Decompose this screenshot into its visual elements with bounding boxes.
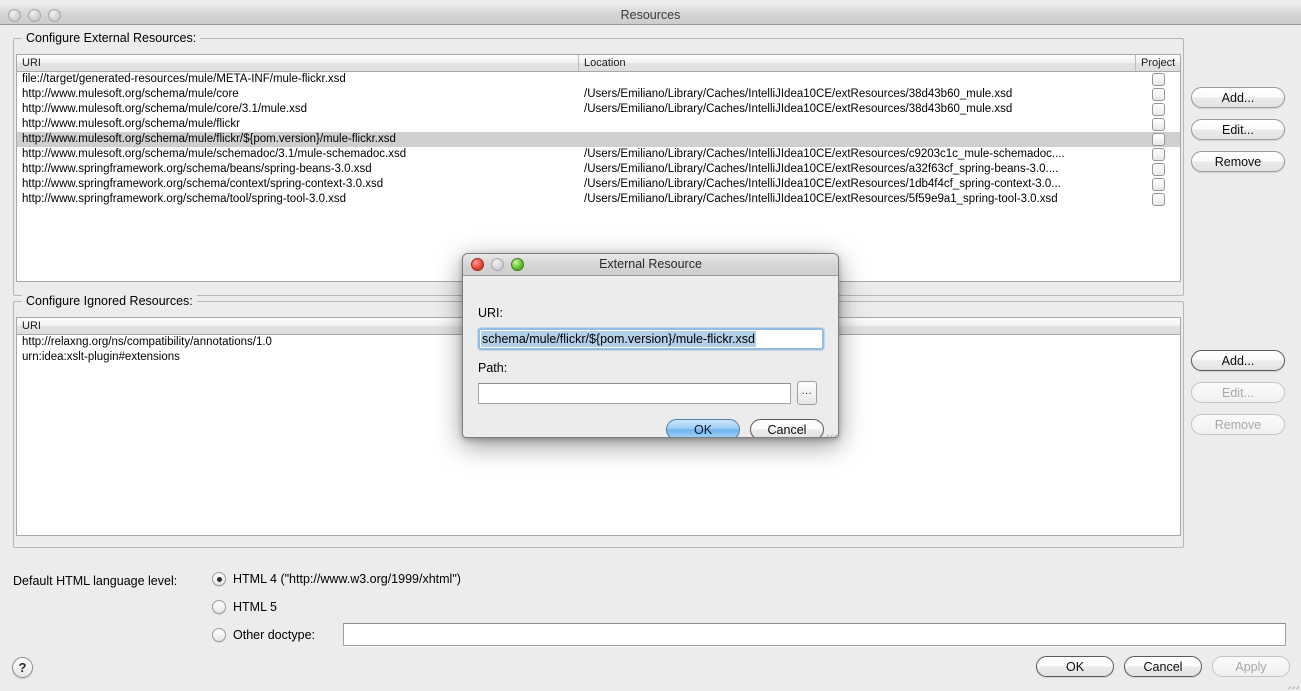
cell-uri: file://target/generated-resources/mule/M… bbox=[22, 73, 346, 85]
cell-project[interactable] bbox=[1136, 73, 1180, 86]
doctype-option-html4-label: HTML 4 ("http://www.w3.org/1999/xhtml") bbox=[233, 572, 461, 586]
cell-project[interactable] bbox=[1136, 148, 1180, 161]
cell-uri: http://www.springframework.org/schema/co… bbox=[22, 178, 384, 190]
external-remove-button[interactable]: Remove bbox=[1191, 151, 1285, 172]
cancel-button[interactable]: Cancel bbox=[1124, 656, 1202, 677]
cell-location: /Users/Emiliano/Library/Caches/IntelliJI… bbox=[584, 103, 1013, 115]
column-header-project[interactable]: Project bbox=[1136, 55, 1180, 71]
help-button[interactable]: ? bbox=[12, 657, 33, 678]
project-checkbox[interactable] bbox=[1151, 193, 1165, 206]
cell-uri: http://www.mulesoft.org/schema/mule/flic… bbox=[22, 118, 240, 130]
external-resources-actions: Add... Edit... Remove bbox=[1191, 87, 1285, 172]
uri-field-label: URI: bbox=[478, 306, 503, 320]
doctype-section: Default HTML language level: HTML 4 ("ht… bbox=[0, 561, 1301, 651]
external-add-button[interactable]: Add... bbox=[1191, 87, 1285, 108]
cell-uri: http://www.mulesoft.org/schema/mule/core bbox=[22, 88, 239, 100]
table-row[interactable]: http://www.springframework.org/schema/be… bbox=[17, 162, 1180, 177]
window-resize-handle[interactable] bbox=[1285, 675, 1299, 689]
cell-uri: http://www.mulesoft.org/schema/mule/core… bbox=[22, 103, 308, 115]
table-row[interactable]: http://www.mulesoft.org/schema/mule/flic… bbox=[17, 117, 1180, 132]
ignored-add-button[interactable]: Add... bbox=[1191, 350, 1285, 371]
cell-location: /Users/Emiliano/Library/Caches/IntelliJI… bbox=[584, 193, 1058, 205]
dialog-title: External Resource bbox=[599, 257, 702, 271]
doctype-option-html5[interactable]: HTML 5 bbox=[212, 600, 277, 614]
table-row[interactable]: file://target/generated-resources/mule/M… bbox=[17, 72, 1180, 87]
table-row[interactable]: http://www.mulesoft.org/schema/mule/sche… bbox=[17, 147, 1180, 162]
cell-uri: http://www.springframework.org/schema/be… bbox=[22, 163, 372, 175]
external-resources-legend: Configure External Resources: bbox=[22, 31, 201, 45]
column-header-location[interactable]: Location bbox=[579, 55, 1136, 71]
dialog-body: URI: schema/mule/flickr/${pom.version}/m… bbox=[463, 276, 838, 437]
ignored-resources-legend: Configure Ignored Resources: bbox=[22, 294, 197, 308]
dialog-resize-handle[interactable] bbox=[823, 423, 837, 437]
radio-html5-icon[interactable] bbox=[212, 600, 226, 614]
radio-html4-icon[interactable] bbox=[212, 572, 226, 586]
project-checkbox[interactable] bbox=[1151, 163, 1165, 176]
radio-other-doctype-icon[interactable] bbox=[212, 628, 226, 642]
external-table-body: file://target/generated-resources/mule/M… bbox=[17, 72, 1180, 207]
doctype-option-html4[interactable]: HTML 4 ("http://www.w3.org/1999/xhtml") bbox=[212, 572, 461, 586]
project-checkbox[interactable] bbox=[1151, 118, 1165, 131]
uri-input[interactable]: schema/mule/flickr/${pom.version}/mule-f… bbox=[478, 328, 824, 350]
cell-location: /Users/Emiliano/Library/Caches/IntelliJI… bbox=[584, 148, 1065, 160]
table-row[interactable]: http://www.mulesoft.org/schema/mule/core… bbox=[17, 102, 1180, 117]
cell-uri: http://www.mulesoft.org/schema/mule/flic… bbox=[22, 133, 396, 145]
table-row[interactable]: http://www.springframework.org/schema/to… bbox=[17, 192, 1180, 207]
table-row[interactable]: http://www.mulesoft.org/schema/mule/core… bbox=[17, 87, 1180, 102]
apply-button: Apply bbox=[1212, 656, 1290, 677]
cell-location: /Users/Emiliano/Library/Caches/IntelliJI… bbox=[584, 178, 1061, 190]
cell-uri: http://www.springframework.org/schema/to… bbox=[22, 193, 347, 205]
cell-location: /Users/Emiliano/Library/Caches/IntelliJI… bbox=[584, 88, 1013, 100]
path-input[interactable] bbox=[478, 383, 791, 404]
project-checkbox[interactable] bbox=[1151, 148, 1165, 161]
project-checkbox[interactable] bbox=[1151, 88, 1165, 101]
other-doctype-input[interactable] bbox=[343, 623, 1286, 646]
table-row[interactable]: http://www.mulesoft.org/schema/mule/flic… bbox=[17, 132, 1180, 147]
external-resources-table[interactable]: URI Location Project file://target/gener… bbox=[16, 54, 1181, 282]
uri-input-value: schema/mule/flickr/${pom.version}/mule-f… bbox=[481, 331, 757, 347]
cell-project[interactable] bbox=[1136, 133, 1180, 146]
cell-project[interactable] bbox=[1136, 178, 1180, 191]
doctype-option-html5-label: HTML 5 bbox=[233, 600, 277, 614]
ignored-resources-actions: Add... Edit... Remove bbox=[1191, 350, 1285, 435]
cell-project[interactable] bbox=[1136, 118, 1180, 131]
cell-uri: http://www.mulesoft.org/schema/mule/sche… bbox=[22, 148, 407, 160]
column-header-uri[interactable]: URI bbox=[17, 55, 579, 71]
doctype-label: Default HTML language level: bbox=[13, 574, 178, 588]
dialog-cancel-button[interactable]: Cancel bbox=[750, 419, 824, 437]
project-checkbox[interactable] bbox=[1151, 103, 1165, 116]
dialog-actions: OK Cancel bbox=[666, 419, 824, 437]
dialog-titlebar: External Resource bbox=[463, 254, 838, 276]
window-title: Resources bbox=[620, 8, 681, 22]
project-checkbox[interactable] bbox=[1151, 73, 1165, 86]
external-table-header: URI Location Project bbox=[17, 55, 1180, 72]
cell-project[interactable] bbox=[1136, 88, 1180, 101]
ok-button[interactable]: OK bbox=[1036, 656, 1114, 677]
dialog-ok-button[interactable]: OK bbox=[666, 419, 740, 437]
cell-project[interactable] bbox=[1136, 103, 1180, 116]
project-checkbox[interactable] bbox=[1151, 133, 1165, 146]
doctype-option-other[interactable]: Other doctype: bbox=[212, 628, 315, 642]
cell-project[interactable] bbox=[1136, 193, 1180, 206]
ignored-edit-button: Edit... bbox=[1191, 382, 1285, 403]
cell-project[interactable] bbox=[1136, 163, 1180, 176]
project-checkbox[interactable] bbox=[1151, 178, 1165, 191]
external-resource-dialog: External Resource URI: schema/mule/flick… bbox=[462, 253, 839, 438]
footer-actions: OK Cancel Apply bbox=[1036, 656, 1290, 677]
table-row[interactable]: http://www.springframework.org/schema/co… bbox=[17, 177, 1180, 192]
ignored-remove-button: Remove bbox=[1191, 414, 1285, 435]
external-edit-button[interactable]: Edit... bbox=[1191, 119, 1285, 140]
path-field-label: Path: bbox=[478, 361, 508, 375]
doctype-option-other-label: Other doctype: bbox=[233, 628, 315, 642]
browse-button[interactable]: … bbox=[797, 381, 817, 405]
cell-location: /Users/Emiliano/Library/Caches/IntelliJI… bbox=[584, 163, 1059, 175]
window-titlebar: Resources bbox=[0, 5, 1301, 25]
